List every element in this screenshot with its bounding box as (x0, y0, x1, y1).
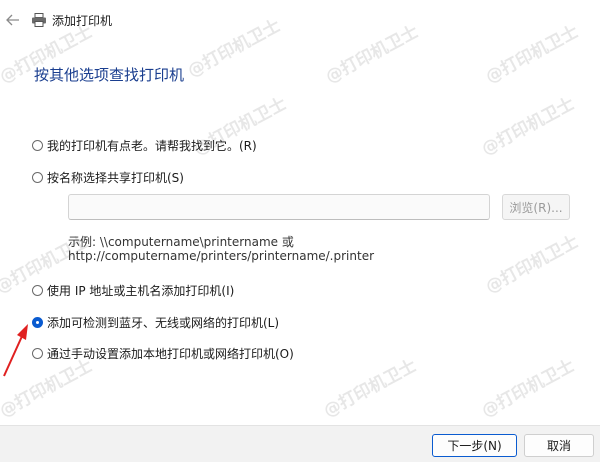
watermark: @打印机卫士 (478, 355, 578, 422)
watermark: @打印机卫士 (482, 231, 582, 298)
radio-button[interactable] (32, 172, 43, 183)
radio-button[interactable] (32, 285, 43, 296)
radio-button[interactable] (32, 140, 43, 151)
page-title: 按其他选项查找打印机 (34, 66, 185, 84)
option-ip-address[interactable]: 使用 IP 地址或主机名添加打印机(I) (32, 282, 234, 299)
next-button[interactable]: 下一步(N) (432, 434, 517, 457)
option-label: 添加可检测到蓝牙、无线或网络的打印机(L) (47, 316, 280, 330)
option-shared-printer[interactable]: 按名称选择共享打印机(S) (32, 169, 184, 186)
option-label: 使用 IP 地址或主机名添加打印机(I) (47, 284, 235, 298)
printer-icon (32, 13, 46, 27)
example-text-line1: 示例: \\computername\printername 或 (68, 235, 294, 249)
back-arrow-icon (6, 14, 19, 26)
watermark: @打印机卫士 (320, 355, 420, 422)
example-text-line2: http://computername/printers/printername… (68, 249, 375, 263)
option-bluetooth-wireless-network[interactable]: 添加可检测到蓝牙、无线或网络的打印机(L) (32, 314, 279, 331)
browse-button[interactable]: 浏览(R)... (502, 194, 570, 220)
option-label: 我的打印机有点老。请帮我找到它。(R) (47, 139, 257, 153)
option-label: 通过手动设置添加本地打印机或网络打印机(O) (47, 347, 294, 361)
window-title: 添加打印机 (52, 14, 113, 28)
option-label: 按名称选择共享打印机(S) (47, 171, 184, 185)
back-button[interactable] (4, 11, 22, 29)
option-old-printer[interactable]: 我的打印机有点老。请帮我找到它。(R) (32, 137, 257, 154)
shared-printer-name-input[interactable] (68, 194, 490, 220)
watermark: @打印机卫士 (478, 93, 578, 160)
option-manual-local[interactable]: 通过手动设置添加本地打印机或网络打印机(O) (32, 345, 294, 362)
cancel-button[interactable]: 取消 (524, 434, 594, 457)
red-annotation-arrow-icon (3, 324, 28, 377)
title-bar: 添加打印机 (0, 0, 600, 40)
